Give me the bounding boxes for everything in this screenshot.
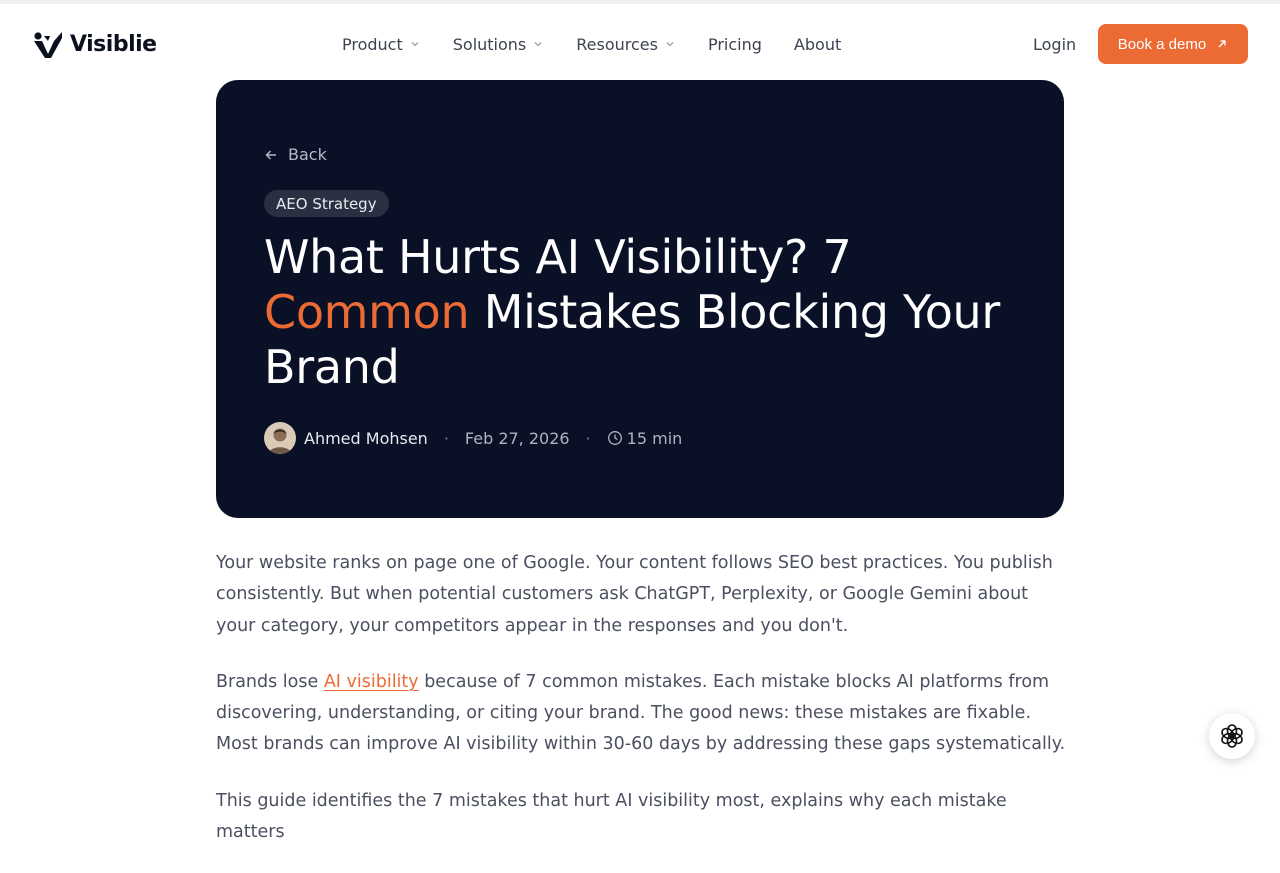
back-label: Back xyxy=(288,145,327,164)
arrow-left-icon xyxy=(265,150,276,159)
nav-item-resources[interactable]: Resources xyxy=(576,35,676,54)
openai-chat-icon xyxy=(1221,724,1243,748)
article-meta: Ahmed Mohsen · Feb 27, 2026 · 15 min xyxy=(264,422,682,454)
ai-visibility-link[interactable]: AI visibility xyxy=(324,672,419,692)
login-link[interactable]: Login xyxy=(1033,35,1076,54)
chevron-down-icon xyxy=(534,42,542,47)
paragraph: Brands lose AI visibility because of 7 c… xyxy=(216,667,1066,761)
chevron-down-icon xyxy=(666,42,674,47)
chevron-down-icon xyxy=(411,42,419,47)
meta-separator: · xyxy=(443,428,449,448)
clock-icon xyxy=(607,431,622,445)
read-time: 15 min xyxy=(626,428,683,448)
nav-item-label: About xyxy=(793,34,842,54)
brand-logo[interactable]: Visiblie xyxy=(32,28,157,60)
category-tag[interactable]: AEO Strategy xyxy=(264,190,389,217)
article-hero: Back AEO Strategy What Hurts AI Visibili… xyxy=(216,80,1064,518)
nav-item-pricing[interactable]: Pricing xyxy=(708,35,762,54)
nav-item-about[interactable]: About xyxy=(794,35,841,54)
chat-widget-button[interactable] xyxy=(1209,713,1255,759)
paragraph-text: Brands lose xyxy=(216,671,324,692)
paragraph: Your website ranks on page one of Google… xyxy=(216,553,1053,636)
nav-item-label: Solutions xyxy=(452,34,527,54)
visiblie-logo-icon xyxy=(34,32,62,58)
nav-item-label: Resources xyxy=(576,34,658,54)
back-link[interactable]: Back xyxy=(264,145,327,164)
article-body: Your website ranks on page one of Google… xyxy=(216,548,1066,873)
title-accent: Common xyxy=(264,285,470,339)
author-avatar xyxy=(264,422,296,454)
title-part-1: What Hurts AI Visibility? 7 xyxy=(264,230,852,284)
book-demo-label: Book a demo xyxy=(1117,35,1207,53)
nav-item-solutions[interactable]: Solutions xyxy=(453,35,545,54)
meta-separator: · xyxy=(585,428,591,448)
author-name[interactable]: Ahmed Mohsen xyxy=(304,429,428,448)
arrow-up-right-icon xyxy=(1218,40,1226,48)
main-nav: Product Solutions Resources Pricing Abou… xyxy=(342,33,841,55)
site-header: Visiblie Product Solutions Resources Pri… xyxy=(0,4,1280,84)
brand-name: Visiblie xyxy=(70,31,157,57)
publish-date: Feb 27, 2026 xyxy=(464,428,570,448)
paragraph: This guide identifies the 7 mistakes tha… xyxy=(216,790,1007,843)
nav-item-product[interactable]: Product xyxy=(342,35,421,54)
book-demo-button[interactable]: Book a demo xyxy=(1098,24,1248,64)
article-title: What Hurts AI Visibility? 7 Common Mista… xyxy=(264,230,1034,395)
nav-item-label: Product xyxy=(342,34,403,54)
nav-item-label: Pricing xyxy=(707,34,762,54)
